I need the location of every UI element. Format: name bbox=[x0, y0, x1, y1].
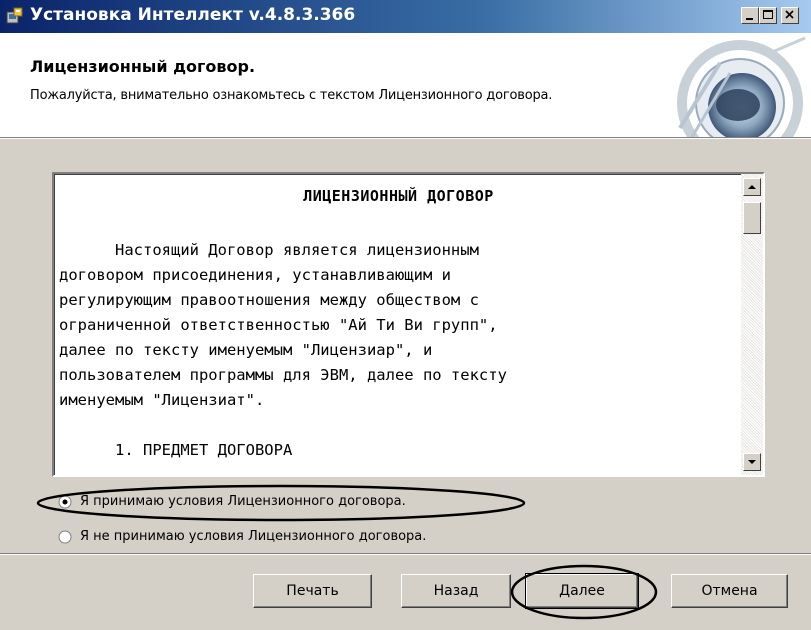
print-button[interactable]: Печать bbox=[253, 574, 372, 608]
next-button[interactable]: Далее bbox=[525, 573, 639, 609]
page-title: Лицензионный договор. bbox=[30, 57, 256, 76]
minimize-button[interactable] bbox=[741, 7, 759, 24]
window-title: Установка Интеллект v.4.8.3.366 bbox=[30, 5, 356, 25]
header-panel: Лицензионный договор. Пожалуйста, внимат… bbox=[0, 33, 811, 137]
license-line: регулирующим правоотношения между общест… bbox=[59, 291, 479, 309]
license-line: Настоящий Договор является лицензионным bbox=[59, 241, 479, 259]
radio-unchecked-icon[interactable] bbox=[58, 530, 72, 544]
scroll-up-arrow-icon bbox=[748, 185, 756, 189]
close-button[interactable] bbox=[781, 7, 799, 24]
maximize-button[interactable] bbox=[759, 7, 777, 24]
page-subtitle: Пожалуйста, внимательно ознакомьтесь с т… bbox=[30, 88, 553, 103]
radio-checked-icon[interactable] bbox=[58, 495, 72, 509]
license-line: именуемым "Лицензиат". bbox=[59, 391, 265, 409]
decline-radio-label[interactable]: Я не принимаю условия Лицензионного дого… bbox=[80, 529, 426, 544]
license-text-content[interactable]: ЛИЦЕНЗИОННЫЙ ДОГОВОР Настоящий Договор я… bbox=[54, 174, 741, 475]
license-line: ограниченной ответственностью "Ай Ти Ви … bbox=[59, 316, 498, 334]
back-button[interactable]: Назад bbox=[401, 574, 511, 608]
scrollbar-thumb[interactable] bbox=[743, 202, 761, 234]
installer-icon bbox=[6, 7, 23, 24]
vertical-scrollbar[interactable] bbox=[741, 174, 763, 475]
license-text-area[interactable]: ЛИЦЕНЗИОННЫЙ ДОГОВОР Настоящий Договор я… bbox=[52, 172, 765, 477]
header-logo-graphic bbox=[677, 36, 806, 137]
title-bar[interactable]: Установка Интеллект v.4.8.3.366 bbox=[0, 0, 811, 33]
license-line: договором присоединения, устанавливающим… bbox=[59, 266, 451, 284]
cancel-button[interactable]: Отмена bbox=[671, 574, 788, 608]
installer-window: Установка Интеллект v.4.8.3.366 Лицензио… bbox=[0, 0, 811, 630]
license-line: далее по тексту именуемым "Лицензиар", и bbox=[59, 341, 433, 359]
license-heading: ЛИЦЕНЗИОННЫЙ ДОГОВОР bbox=[303, 187, 494, 205]
scroll-down-arrow-icon bbox=[748, 460, 756, 464]
license-line: 1. ПРЕДМЕТ ДОГОВОРА bbox=[59, 441, 293, 459]
accept-radio-label[interactable]: Я принимаю условия Лицензионного договор… bbox=[80, 494, 406, 509]
scroll-down-button[interactable] bbox=[743, 453, 761, 471]
minimize-icon bbox=[746, 18, 753, 20]
scroll-up-button[interactable] bbox=[743, 178, 761, 196]
maximize-icon bbox=[763, 10, 773, 19]
close-icon bbox=[785, 10, 794, 19]
license-line: пользователем программы для ЭВМ, далее п… bbox=[59, 366, 507, 384]
